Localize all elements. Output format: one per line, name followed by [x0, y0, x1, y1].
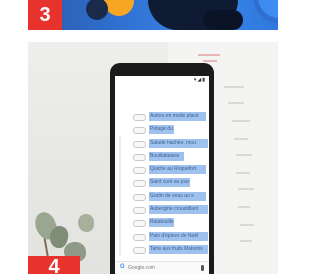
- list-item: Saint curé au jour: [115, 176, 209, 189]
- list-item-text: Bouillabaisse: [149, 151, 184, 161]
- list-item-chip: [133, 114, 146, 121]
- list-item-chip: [133, 193, 146, 201]
- list-item-text: Autres en mode placé: [149, 112, 206, 121]
- recipe-list: Autres en mode placé Potage du Roi Salade …: [115, 110, 209, 256]
- list-item: Autres en mode placé: [115, 110, 209, 123]
- list-item: Aubergine croustillant: [115, 203, 209, 216]
- tile-number-badge: 3: [28, 0, 62, 30]
- list-item-chip: [133, 233, 146, 241]
- banner-image[interactable]: [28, 0, 278, 30]
- list-item: Tarte aux fruits Maisons: [115, 243, 209, 256]
- list-item-chip: [133, 167, 146, 175]
- paper-red-line: [198, 54, 220, 56]
- list-item-text: Saint curé au jour: [149, 178, 190, 188]
- tile-number-badge-bottom: 4: [28, 256, 80, 278]
- list-item: Bouillabaisse: [115, 150, 209, 163]
- google-search-bar: G Google.com: [115, 261, 209, 274]
- list-item-text: Quiche au Roquefort: [149, 165, 206, 175]
- dark-shape-graphic-2: [203, 10, 243, 30]
- list-item-text: Pain d'épices de Noël: [149, 231, 208, 241]
- list-item-chip: [133, 180, 146, 188]
- list-item: Salade hachée, mou: [115, 137, 209, 150]
- phone-screen: ▾◢▮ Autres en mode placé Potage du Roi Sal…: [115, 76, 209, 274]
- status-bar: ▾◢▮: [115, 76, 209, 83]
- paper-red-line-2: [203, 60, 217, 62]
- list-item-chip: [133, 127, 146, 135]
- list-item-text: Salade hachée, mou: [149, 138, 208, 148]
- list-item-text: Aubergine croustillant: [149, 205, 208, 215]
- microphone-icon: [201, 265, 204, 271]
- list-item: Pain d'épices de Noël: [115, 230, 209, 243]
- list-item-text: Ratatouille: [149, 218, 174, 228]
- list-item-text: Potage du Roi: [149, 125, 174, 135]
- status-icons: ▾◢▮: [193, 77, 206, 83]
- list-item-chip: [133, 246, 146, 254]
- list-item-text: Gratin de veau au s: [149, 191, 206, 201]
- plant-leaf: [78, 214, 94, 232]
- list-item-chip: [133, 153, 146, 161]
- list-item: Potage du Roi: [115, 123, 209, 136]
- list-item-chip: [133, 140, 146, 148]
- list-item-text: Tarte aux fruits Maisons: [149, 244, 208, 254]
- list-item-chip: [133, 220, 146, 228]
- list-item: Quiche au Roquefort: [115, 163, 209, 176]
- list-item: Gratin de veau au s: [115, 190, 209, 203]
- smartphone: ▾◢▮ Autres en mode placé Potage du Roi Sal…: [110, 63, 214, 274]
- orange-gear-graphic: [104, 0, 134, 16]
- blue-gear-graphic: [258, 0, 278, 18]
- google-logo-icon: G: [120, 264, 125, 270]
- search-bar-label: Google.com: [128, 265, 155, 271]
- dark-gear-graphic: [86, 0, 108, 20]
- list-item: Ratatouille: [115, 216, 209, 229]
- list-item-chip: [133, 207, 146, 215]
